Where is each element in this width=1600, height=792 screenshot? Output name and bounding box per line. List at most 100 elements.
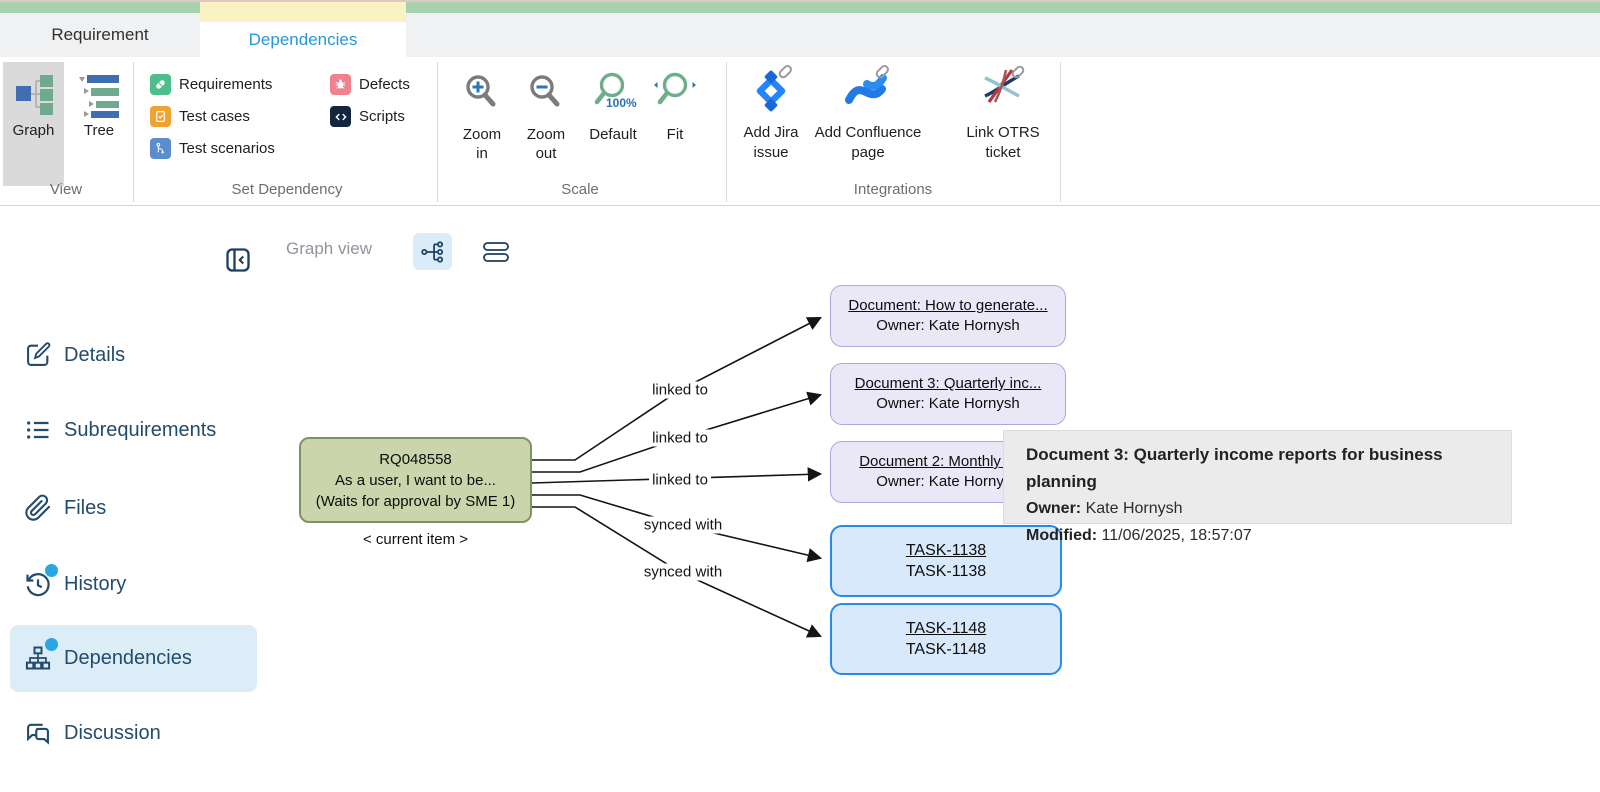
group-label-set-dependency: Set Dependency: [187, 181, 387, 198]
jira-icon: [747, 64, 795, 117]
tree-view-icon: [75, 70, 123, 122]
group-label-integrations: Integrations: [826, 181, 960, 198]
fit-scale-label: Fit: [667, 125, 684, 144]
paperclip-icon: [24, 494, 52, 522]
zoom-out-button[interactable]: Zoom out: [519, 70, 573, 163]
tooltip-title: Document 3: Quarterly income reports for…: [1026, 441, 1511, 495]
current-requirement-node[interactable]: RQ048558 As a user, I want to be... (Wai…: [299, 437, 532, 523]
defects-icon: [330, 74, 351, 95]
tooltip-owner-label: Owner:: [1026, 500, 1081, 517]
link-otrs-ticket-label: Link OTRS ticket: [957, 123, 1049, 163]
tooltip-modified-label: Modified:: [1026, 527, 1097, 544]
graph-view-icon: [10, 70, 58, 122]
add-jira-issue-button[interactable]: Add Jira issue: [734, 64, 808, 163]
defects-label: Defects: [359, 76, 410, 93]
dependencies-icon: [24, 644, 52, 672]
set-dep-scripts[interactable]: Scripts: [330, 106, 405, 127]
tooltip-owner-row: Owner: Kate Hornysh: [1026, 495, 1511, 522]
document-link[interactable]: Document 3: Quarterly inc...: [855, 374, 1042, 394]
fit-scale-icon: [652, 70, 698, 121]
task-link[interactable]: TASK-1138: [906, 540, 986, 561]
sidebar-item-files[interactable]: Files: [24, 494, 106, 522]
document-owner: Owner: Kate Hornysh: [876, 316, 1019, 336]
zoom-out-label: Zoom out: [519, 125, 573, 163]
sidebar-item-details[interactable]: Details: [24, 341, 125, 369]
sidebar-item-subrequirements[interactable]: Subrequirements: [24, 416, 216, 444]
dependencies-badge-dot: [45, 638, 58, 651]
add-confluence-page-label: Add Confluence page: [810, 123, 926, 163]
ribbon-separator: [437, 62, 438, 202]
tooltip-modified-value: 11/06/2025, 18:57:07: [1102, 527, 1252, 544]
discussion-icon: [24, 719, 52, 747]
edge-label: synced with: [641, 564, 725, 581]
graph-layout-button[interactable]: [413, 233, 452, 270]
default-scale-button[interactable]: 100% Default: [579, 70, 647, 144]
default-scale-icon: 100%: [590, 70, 636, 121]
graph-view-label: Graph: [13, 122, 55, 139]
requirements-label: Requirements: [179, 76, 272, 93]
sidebar-label-files: Files: [64, 497, 106, 520]
zoom-out-icon: [523, 70, 569, 121]
tree-view-label: Tree: [84, 122, 114, 139]
sidebar-item-discussion[interactable]: Discussion: [24, 719, 161, 747]
edge-label: linked to: [649, 430, 711, 447]
task-link[interactable]: TASK-1148: [906, 618, 986, 639]
task-subtitle: TASK-1148: [906, 639, 986, 660]
sidebar-label-discussion: Discussion: [64, 722, 161, 745]
document-owner: Owner: Kate Hornysh: [876, 394, 1019, 414]
fit-scale-button[interactable]: Fit: [651, 70, 699, 144]
tree-view-button[interactable]: Tree: [70, 62, 128, 186]
document-link[interactable]: Document: How to generate...: [848, 296, 1047, 316]
collapse-panel-icon: [224, 246, 252, 274]
default-scale-label: Default: [589, 125, 637, 144]
document-node-1[interactable]: Document: How to generate... Owner: Kate…: [830, 285, 1066, 347]
edit-icon: [24, 341, 52, 369]
graph-layout-icon: [420, 239, 446, 265]
edge-label: linked to: [649, 472, 711, 489]
test-scenarios-icon: [150, 138, 171, 159]
history-icon: [24, 570, 52, 598]
sidebar-label-details: Details: [64, 344, 125, 367]
link-otrs-ticket-button[interactable]: Link OTRS ticket: [957, 64, 1049, 163]
app-window: Requirement Dependencies Graph Tree: [0, 0, 1600, 792]
tab-dependencies[interactable]: Dependencies: [200, 22, 406, 57]
current-item-caption: < current item >: [299, 531, 532, 548]
test-cases-icon: [150, 106, 171, 127]
graph-view-heading: Graph view: [286, 239, 372, 259]
active-tab-highlight: [200, 2, 406, 22]
tooltip-modified-row: Modified: 11/06/2025, 18:57:07: [1026, 522, 1511, 549]
sidebar-label-subrequirements: Subrequirements: [64, 419, 216, 442]
confluence-icon: [844, 64, 892, 117]
sidebar-item-history[interactable]: History: [24, 570, 126, 598]
tooltip-owner-value: Kate Hornysh: [1086, 500, 1183, 517]
zoom-in-icon: [459, 70, 505, 121]
document-node-2[interactable]: Document 3: Quarterly inc... Owner: Kate…: [830, 363, 1066, 425]
zoom-in-button[interactable]: Zoom in: [455, 70, 509, 163]
document-owner: Owner: Kate Hornysh: [876, 472, 1019, 492]
sidebar-label-dependencies: Dependencies: [64, 647, 192, 670]
test-scenarios-label: Test scenarios: [179, 140, 275, 157]
graph-view-button[interactable]: Graph: [3, 62, 64, 186]
history-badge-dot: [45, 564, 58, 577]
current-node-id: RQ048558: [379, 449, 452, 470]
tab-requirement[interactable]: Requirement: [0, 13, 200, 57]
collapse-panel-button[interactable]: [222, 244, 254, 276]
task-subtitle: TASK-1138: [906, 561, 986, 582]
zoom-in-label: Zoom in: [455, 125, 509, 163]
edge-label: linked to: [649, 382, 711, 399]
task-node-1148[interactable]: TASK-1148 TASK-1148: [830, 603, 1062, 675]
default-scale-badge: 100%: [606, 96, 637, 110]
list-layout-button[interactable]: [477, 233, 514, 270]
list-icon: [24, 416, 52, 444]
set-dep-defects[interactable]: Defects: [330, 74, 410, 95]
ribbon-separator: [133, 62, 134, 202]
set-dep-test-scenarios[interactable]: Test scenarios: [150, 138, 275, 159]
edge-label: synced with: [641, 517, 725, 534]
sidebar-item-dependencies[interactable]: Dependencies: [24, 644, 192, 672]
set-dep-test-cases[interactable]: Test cases: [150, 106, 250, 127]
set-dep-requirements[interactable]: Requirements: [150, 74, 272, 95]
scripts-label: Scripts: [359, 108, 405, 125]
group-label-scale: Scale: [530, 181, 630, 198]
add-confluence-page-button[interactable]: Add Confluence page: [810, 64, 926, 163]
current-node-title: As a user, I want to be...: [335, 470, 496, 491]
